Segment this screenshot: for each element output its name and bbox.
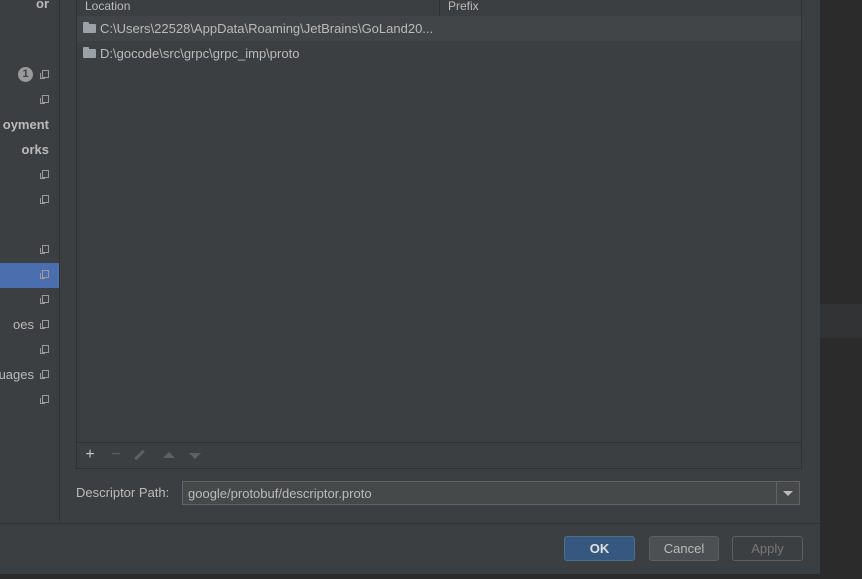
sidebar-item-label: oyment [2,117,49,132]
table-toolbar: + − [77,442,801,468]
sidebar-item-label: or [36,0,49,11]
table-row[interactable]: C:\Users\22528\AppData\Roaming\JetBrains… [77,16,801,41]
table-row[interactable]: D:\gocode\src\grpc\grpc_imp\proto [77,41,801,66]
move-down-button[interactable] [184,446,204,464]
table-header: Location Prefix [77,0,801,17]
move-up-button[interactable] [158,446,178,464]
sidebar-item-11[interactable] [0,338,59,363]
column-divider[interactable] [439,0,440,16]
arrow-down-icon [189,453,201,459]
combo-dropdown-button[interactable] [776,482,799,504]
sidebar-item-deployment[interactable]: oyment [0,113,59,138]
arrow-up-icon [163,452,175,458]
copy-settings-icon [40,270,49,279]
copy-settings-icon [40,70,49,79]
sidebar-item-label: uages [0,367,34,382]
folder-icon [83,22,96,33]
sidebar-item-selected[interactable] [0,263,59,288]
copy-settings-icon [40,95,49,104]
sidebar-item-label: orks [21,142,49,157]
import-paths-table: Location Prefix C:\Users\22528\AppData\R… [76,0,802,469]
settings-dialog: or 1 oyment orks oes uages Location Pref… [0,0,820,574]
sidebar-item-label: oes [13,317,34,332]
sidebar-item-1[interactable]: 1 [0,63,59,88]
sidebar-item-7[interactable] [0,238,59,263]
descriptor-path-combo[interactable]: google/protobuf/descriptor.proto [182,481,800,505]
ok-button[interactable]: OK [564,536,635,561]
chevron-down-icon [783,491,793,496]
copy-settings-icon [40,370,49,379]
folder-icon [83,47,96,58]
add-path-button[interactable]: + [80,446,100,464]
sidebar-item-frameworks[interactable]: orks [0,138,59,163]
column-header-prefix[interactable]: Prefix [448,0,479,13]
copy-settings-icon [40,320,49,329]
apply-button[interactable]: Apply [732,536,803,561]
settings-sidebar: or 1 oyment orks oes uages [0,0,60,523]
location-cell: D:\gocode\src\grpc\grpc_imp\proto [100,46,300,61]
settings-content: Location Prefix C:\Users\22528\AppData\R… [60,0,820,523]
edit-path-button[interactable] [132,446,152,464]
dialog-footer: OK Cancel Apply [0,523,820,574]
sidebar-item-2[interactable] [0,88,59,113]
descriptor-path-label: Descriptor Path: [76,485,170,500]
descriptor-path-value[interactable]: google/protobuf/descriptor.proto [188,486,372,501]
background-window [820,0,862,579]
background-band [820,304,862,338]
sidebar-item-6[interactable] [0,188,59,213]
sidebar-item-9[interactable] [0,288,59,313]
copy-settings-icon [40,245,49,254]
sidebar-item-file-types[interactable]: oes [0,313,59,338]
sidebar-item-5[interactable] [0,163,59,188]
copy-settings-icon [40,170,49,179]
notification-badge: 1 [18,67,33,82]
copy-settings-icon [40,395,49,404]
pencil-icon [134,449,145,461]
sidebar-item-13[interactable] [0,388,59,413]
copy-settings-icon [40,295,49,304]
cancel-button[interactable]: Cancel [649,536,719,561]
column-header-location[interactable]: Location [85,0,130,13]
sidebar-item-languages[interactable]: uages [0,363,59,388]
copy-settings-icon [40,345,49,354]
copy-settings-icon [40,195,49,204]
remove-path-button[interactable]: − [106,446,126,464]
location-cell: C:\Users\22528\AppData\Roaming\JetBrains… [100,21,434,36]
sidebar-item-0[interactable]: or [0,0,59,17]
